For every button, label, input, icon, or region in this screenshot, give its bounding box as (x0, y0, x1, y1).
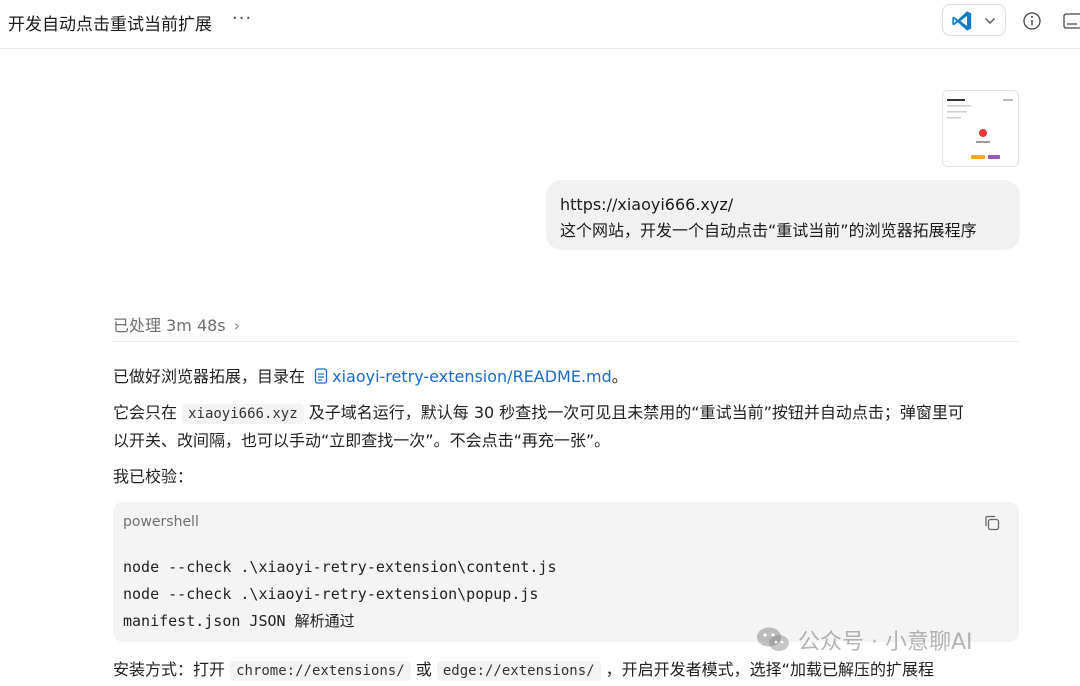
divider (113, 341, 1019, 342)
inline-code-edge-url: edge://extensions/ (436, 661, 601, 681)
conversation-title: 开发自动点击重试当前扩展 (8, 15, 212, 35)
panel-icon[interactable] (1063, 11, 1080, 31)
readme-link-text[interactable]: xiaoyi-retry-extension/README.md (332, 367, 612, 386)
wechat-icon (757, 627, 789, 651)
processed-label: 已处理 3m 48s (113, 316, 226, 335)
paragraph-text: 它会只在 (113, 403, 183, 422)
copy-icon[interactable] (983, 514, 1001, 532)
inline-code-chrome-url: chrome://extensions/ (230, 661, 411, 681)
paragraph-text: 。 (611, 367, 628, 386)
paragraph-text: 已做好浏览器拓展，目录在 (113, 367, 311, 386)
vscode-icon (952, 11, 972, 31)
paragraph-text: ，开启开发者模式，选择“加载已解压的扩展程 (600, 660, 934, 679)
paragraph-text: 及子域名运行，默认每 30 秒查找一次可见且未禁用的“重试当前”按钮并自动点击；… (303, 403, 964, 422)
watermark: 公众号 · 小意聊AI (756, 622, 973, 658)
paragraph-text: 安装方式：打开 (113, 660, 231, 679)
thumbnail-preview (943, 91, 1018, 166)
top-bar: 开发自动点击重试当前扩展 ··· (0, 0, 1080, 49)
code-block: powershell node --check .\xiaoyi-retry-e… (113, 502, 1019, 642)
file-icon (314, 368, 328, 384)
answer-paragraph-2-line-2: 以开关、改间隔，也可以手动“立即查找一次”。不会点击“再充一张”。 (113, 431, 611, 450)
code-language-label: powershell (123, 514, 199, 530)
chevron-down-icon (985, 18, 995, 24)
attached-screenshot-thumbnail[interactable] (942, 90, 1019, 167)
inline-code-domain: xiaoyi666.xyz (182, 404, 304, 424)
answer-paragraph-1: 已做好浏览器拓展，目录在 xiaoyi-retry-extension/READ… (113, 362, 628, 391)
processed-status-toggle[interactable]: 已处理 3m 48s › (113, 312, 240, 336)
user-message-text: 这个网站，开发一个自动点击“重试当前”的浏览器拓展程序 (560, 221, 977, 240)
answer-paragraph-3: 我已校验： (113, 467, 194, 486)
user-message-url: https://xiaoyi666.xyz/ (560, 195, 734, 214)
code-line: manifest.json JSON 解析通过 (123, 612, 355, 630)
watermark-text: 公众号 · 小意聊AI (798, 630, 973, 655)
chevron-right-icon: › (233, 316, 241, 335)
answer-paragraph-2: 它会只在 xiaoyi666.xyz 及子域名运行，默认每 30 秒查找一次可见… (113, 398, 964, 429)
readme-link[interactable]: xiaoyi-retry-extension/README.md (310, 367, 612, 386)
more-options-button[interactable]: ··· (232, 8, 252, 29)
answer-paragraph-4: 安装方式：打开 chrome://extensions/ 或 edge://ex… (113, 655, 934, 686)
code-line: node --check .\xiaoyi-retry-extension\co… (123, 558, 557, 576)
paragraph-text: 或 (410, 660, 437, 679)
open-in-editor-button[interactable] (942, 4, 1006, 36)
code-content: node --check .\xiaoyi-retry-extension\co… (123, 554, 556, 635)
user-message-bubble: https://xiaoyi666.xyz/ 这个网站，开发一个自动点击“重试当… (546, 180, 1020, 250)
code-line: node --check .\xiaoyi-retry-extension\po… (123, 585, 539, 603)
info-icon[interactable] (1022, 11, 1042, 31)
